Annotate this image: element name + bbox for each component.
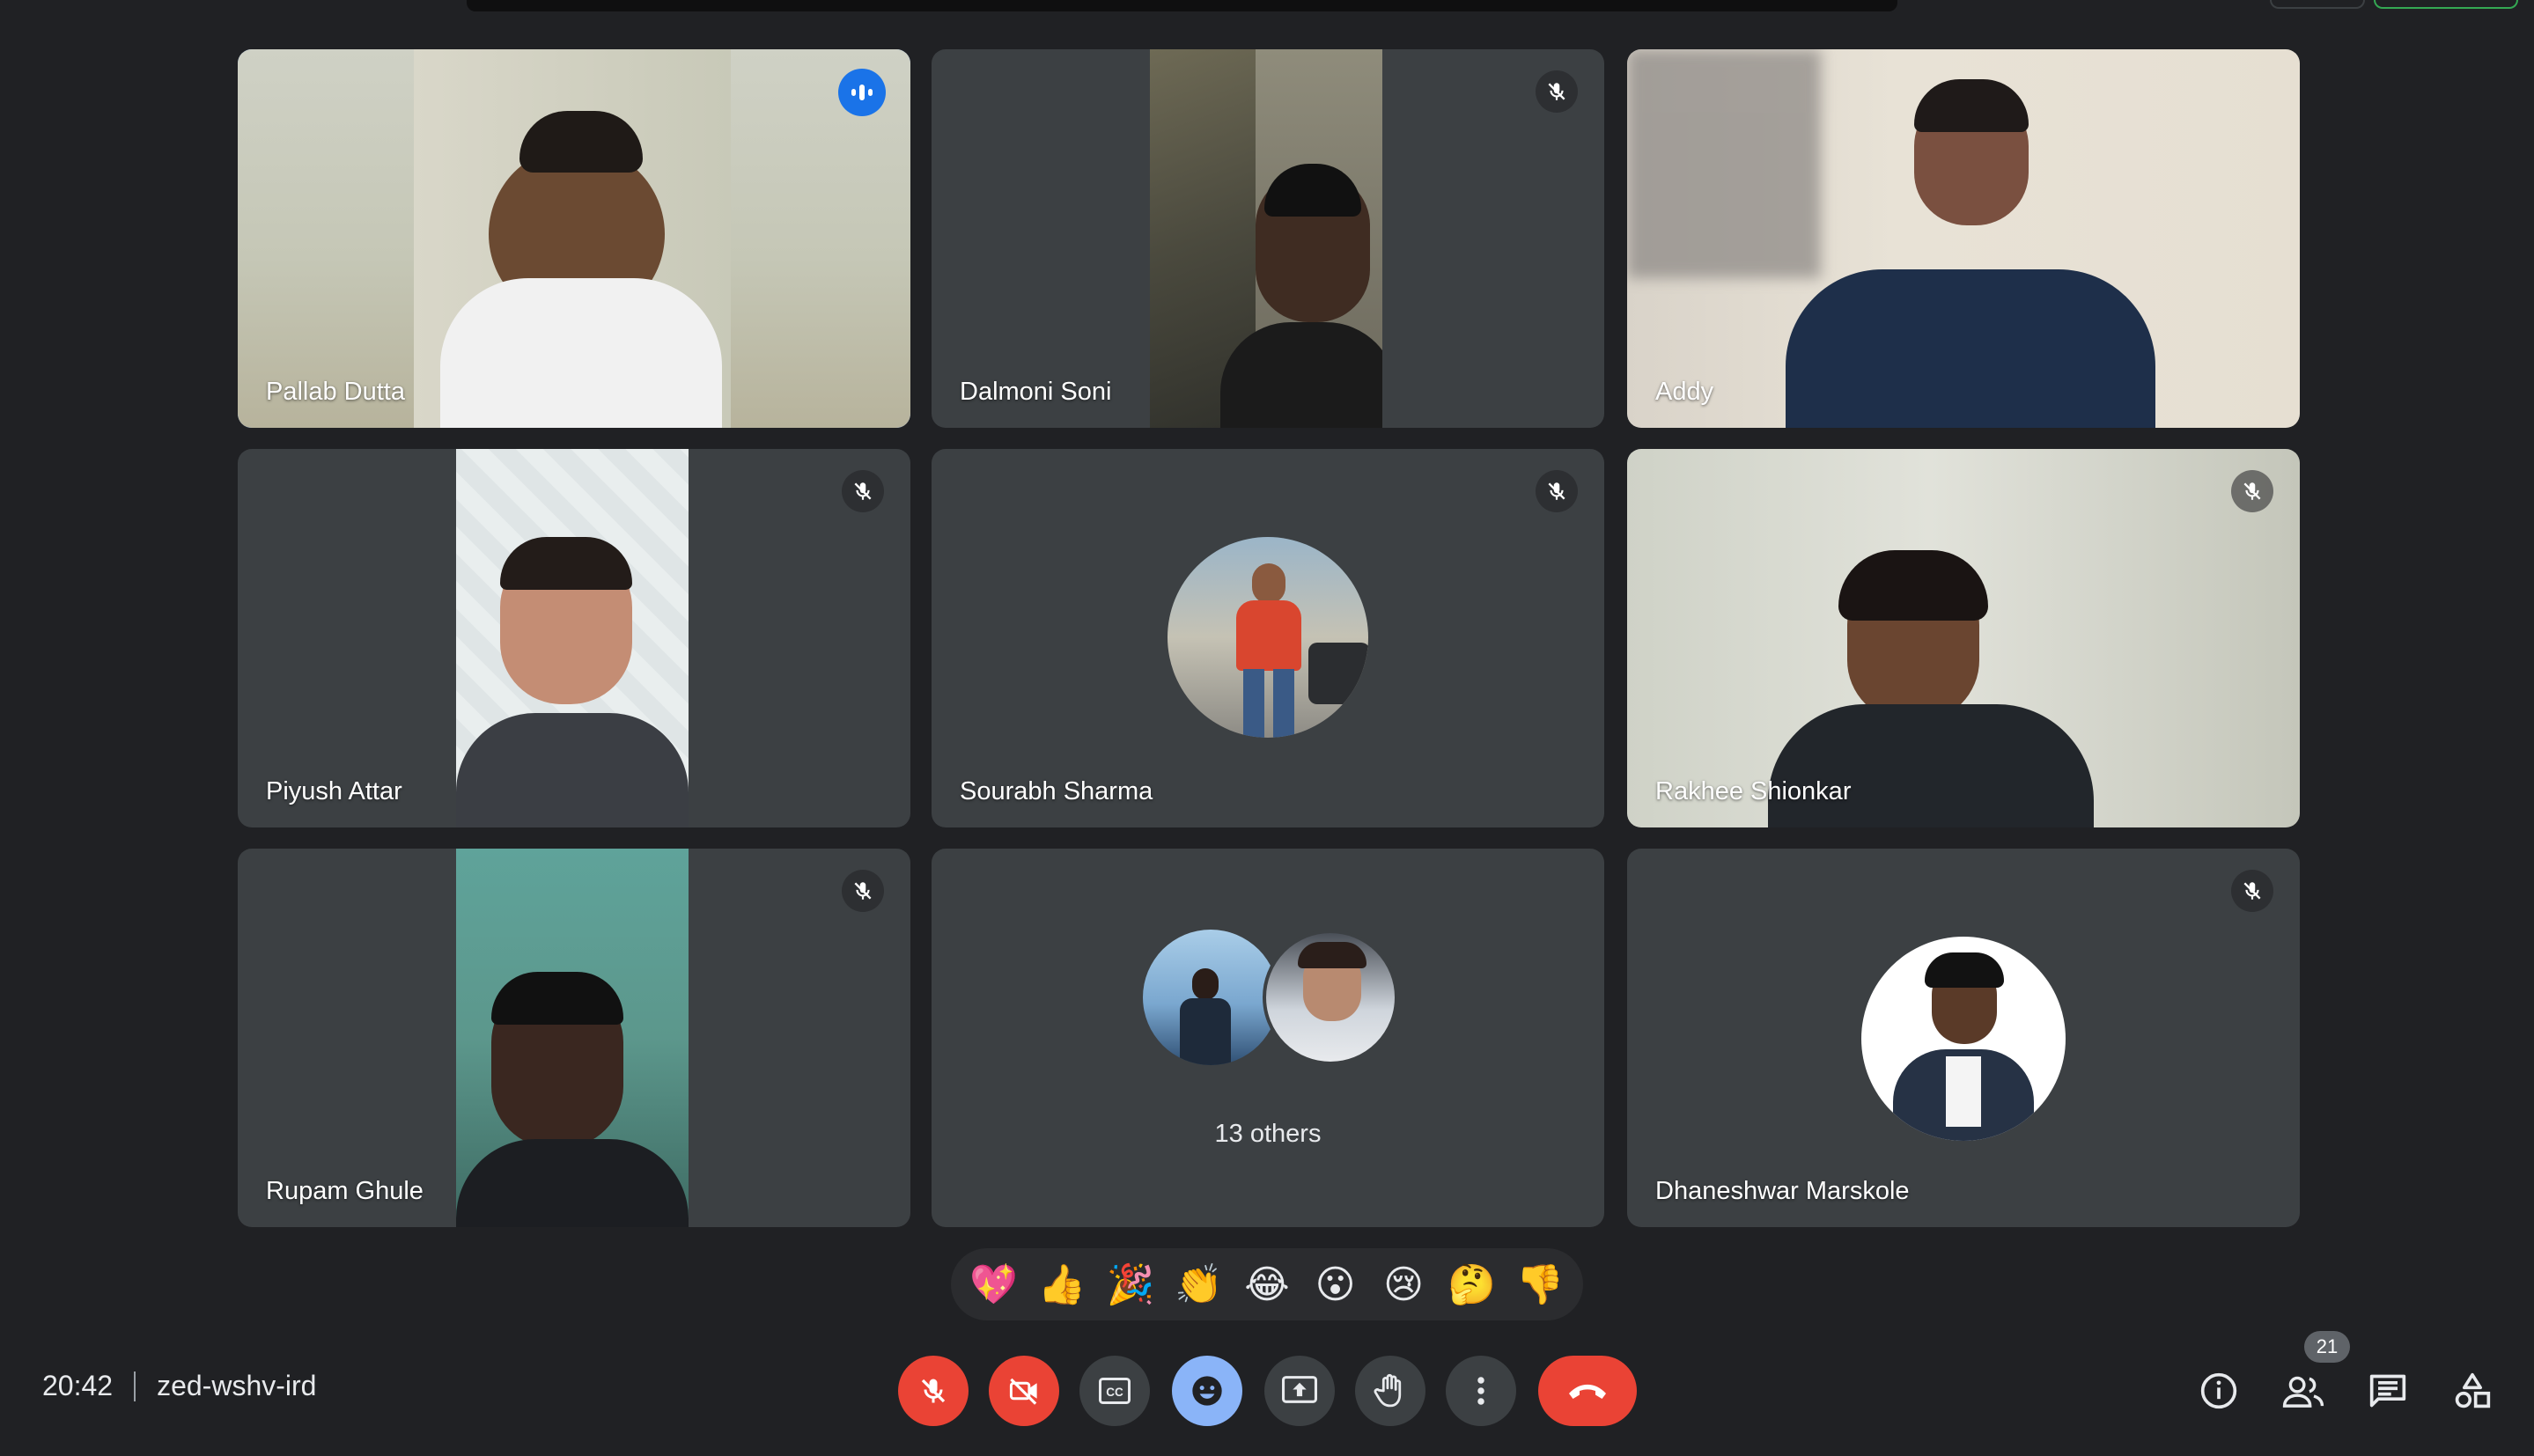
participant-video	[1627, 49, 2300, 428]
reaction-clap[interactable]: 👏	[1172, 1258, 1225, 1311]
mic-off-icon	[2243, 482, 2261, 500]
raise-hand-icon	[1374, 1373, 1402, 1408]
bottom-bar: 20:42 zed-wshv-ird CC	[0, 1320, 2534, 1456]
participant-video	[1150, 49, 1382, 428]
participant-tile[interactable]: Sourabh Sharma	[932, 449, 1604, 827]
emoji-icon	[1192, 1376, 1222, 1406]
reaction-party[interactable]: 🎉	[1104, 1258, 1157, 1311]
reaction-thinking[interactable]: 🤔	[1446, 1258, 1499, 1311]
activities-icon	[2455, 1372, 2491, 1408]
participant-video	[1627, 449, 2300, 827]
participant-name: Addy	[1655, 378, 1714, 406]
muted-indicator	[842, 470, 884, 512]
people-button[interactable]	[2279, 1366, 2328, 1416]
participant-tile[interactable]: Addy	[1627, 49, 2300, 428]
participant-tile[interactable]: Dalmoni Soni	[932, 49, 1604, 428]
emoji-reactions-button[interactable]	[1172, 1356, 1242, 1426]
svg-text:CC: CC	[1106, 1386, 1123, 1399]
participant-tile[interactable]: Dhaneshwar Marskole	[1627, 849, 2300, 1227]
top-bar-button[interactable]	[2270, 0, 2365, 9]
camera-button[interactable]	[989, 1356, 1059, 1426]
chat-icon	[2369, 1374, 2406, 1408]
meeting-details: 20:42 zed-wshv-ird	[42, 1370, 316, 1402]
mic-off-icon	[2243, 882, 2261, 900]
participant-video	[456, 849, 689, 1227]
divider	[134, 1371, 136, 1401]
chat-button[interactable]	[2363, 1366, 2412, 1416]
camera-off-icon	[1009, 1378, 1037, 1405]
participant-name: Sourabh Sharma	[960, 777, 1153, 805]
mic-off-icon	[1548, 482, 1565, 500]
reaction-surprised[interactable]: 😮	[1309, 1258, 1362, 1311]
muted-indicator	[1536, 470, 1578, 512]
muted-indicator	[1536, 70, 1578, 113]
present-button[interactable]	[1264, 1356, 1335, 1426]
top-bar-button[interactable]	[2374, 0, 2518, 9]
captions-button[interactable]: CC	[1079, 1356, 1150, 1426]
activities-button[interactable]	[2448, 1366, 2497, 1416]
meeting-info-button[interactable]	[2194, 1366, 2243, 1416]
mic-off-icon	[921, 1379, 946, 1403]
info-icon	[2200, 1372, 2237, 1409]
participant-tile[interactable]: Rupam Ghule	[238, 849, 910, 1227]
participant-tile[interactable]: Piyush Attar	[238, 449, 910, 827]
participant-name: Rakhee Shionkar	[1655, 777, 1852, 805]
participant-name: Dhaneshwar Marskole	[1655, 1177, 1910, 1205]
participant-video	[238, 49, 910, 428]
participant-avatar	[1263, 930, 1398, 1065]
participant-name: Piyush Attar	[266, 777, 402, 805]
end-call-icon	[1569, 1384, 1606, 1399]
microphone-button[interactable]	[898, 1356, 969, 1426]
participant-name: Rupam Ghule	[266, 1177, 424, 1205]
people-icon	[2282, 1376, 2324, 1408]
reaction-sad[interactable]: 😢	[1377, 1258, 1430, 1311]
participant-name: Pallab Dutta	[266, 378, 405, 406]
participant-avatar	[1168, 537, 1368, 738]
present-icon	[1282, 1376, 1317, 1403]
more-options-icon	[1477, 1377, 1484, 1405]
reactions-bar: 💖 👍 🎉 👏 😂 😮 😢 🤔 👎	[951, 1248, 1583, 1320]
reaction-thumbs-down[interactable]: 👎	[1514, 1258, 1566, 1311]
more-options-button[interactable]	[1446, 1356, 1516, 1426]
raise-hand-button[interactable]	[1355, 1356, 1425, 1426]
participant-tile[interactable]: Rakhee Shionkar	[1627, 449, 2300, 827]
mic-off-icon	[854, 482, 872, 500]
participant-count-badge: 21	[2304, 1331, 2350, 1363]
reaction-heart[interactable]: 💖	[968, 1258, 1020, 1311]
captions-icon: CC	[1099, 1378, 1131, 1404]
reaction-laugh[interactable]: 😂	[1241, 1258, 1293, 1311]
leave-call-button[interactable]	[1538, 1356, 1637, 1426]
reaction-thumbs-up[interactable]: 👍	[1035, 1258, 1088, 1311]
participant-name: Dalmoni Soni	[960, 378, 1112, 406]
muted-indicator	[2231, 870, 2273, 912]
muted-indicator	[2231, 470, 2273, 512]
participant-avatar	[1861, 937, 2066, 1141]
others-count: 13 others	[1214, 1120, 1322, 1148]
participant-video	[456, 449, 689, 827]
speaking-indicator	[838, 69, 886, 116]
muted-indicator	[842, 870, 884, 912]
participant-tile[interactable]: Pallab Dutta	[238, 49, 910, 428]
participant-avatar	[1143, 930, 1278, 1065]
meeting-time: 20:42	[42, 1370, 114, 1401]
top-bar	[467, 0, 1897, 11]
others-tile[interactable]: 13 others	[932, 849, 1604, 1227]
audio-level-icon	[851, 85, 873, 100]
meeting-code[interactable]: zed-wshv-ird	[157, 1370, 316, 1402]
mic-off-icon	[1548, 83, 1565, 100]
mic-off-icon	[854, 882, 872, 900]
